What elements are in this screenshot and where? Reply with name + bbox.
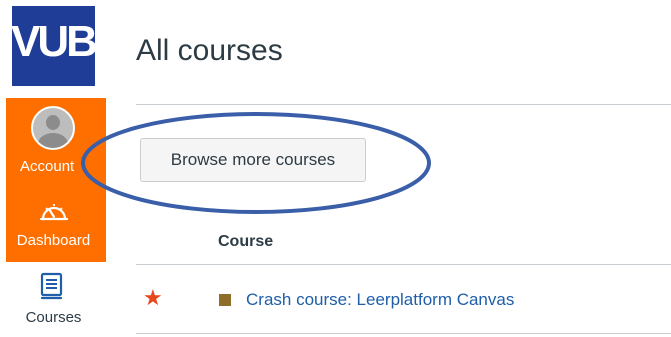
courses-book-icon[interactable] <box>39 272 65 300</box>
dashboard-gauge-icon[interactable] <box>39 199 69 223</box>
nav-item-dashboard-label: Dashboard <box>16 232 91 249</box>
page-title: All courses <box>136 34 283 67</box>
course-link[interactable]: Crash course: Leerplatform Canvas <box>246 290 514 310</box>
nav-item-account[interactable]: Account <box>0 158 107 175</box>
favorite-star-icon[interactable]: ★ <box>143 287 163 309</box>
logo-text: VUB <box>12 17 95 66</box>
nav-item-dashboard[interactable]: Dashboard <box>0 232 107 249</box>
table-column-header-course[interactable]: Course <box>218 233 273 251</box>
account-avatar-icon[interactable] <box>31 106 75 150</box>
nav-item-courses[interactable]: Courses <box>0 309 107 326</box>
header-divider <box>136 264 671 265</box>
nav-item-account-label: Account <box>20 158 75 175</box>
global-nav: VUB Account Dashboard Courses <box>0 0 107 337</box>
vub-logo[interactable]: VUB <box>12 6 95 86</box>
avatar-body <box>38 133 68 148</box>
canvas-all-courses-page: VUB Account Dashboard Courses All course… <box>0 0 671 337</box>
row-divider <box>136 333 671 334</box>
nav-item-courses-label: Courses <box>25 309 82 326</box>
browse-more-courses-button[interactable]: Browse more courses <box>140 138 366 182</box>
course-color-swatch <box>219 294 231 306</box>
avatar-head <box>46 115 60 130</box>
title-divider <box>136 104 671 105</box>
